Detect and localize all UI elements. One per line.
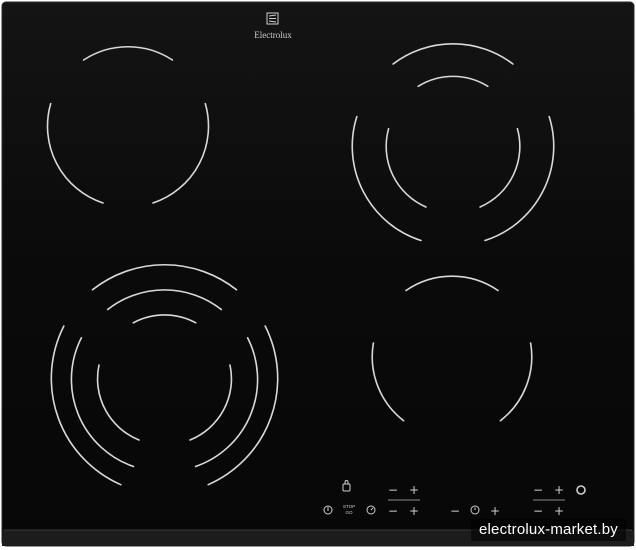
zone-front-right-minus-button[interactable]: − (533, 504, 543, 518)
glass-surface (1, 1, 635, 547)
zone-rear-right-plus-button[interactable]: + (554, 483, 564, 497)
zone-rear-left-minus-button[interactable]: − (388, 483, 398, 497)
watermark: electrolux-market.by (470, 519, 626, 541)
timer-minus-button[interactable]: − (450, 504, 460, 518)
brand-name: Electrolux (254, 30, 292, 40)
stop-go-label-2[interactable]: GO (345, 510, 353, 515)
zone-front-right-plus-button[interactable]: + (554, 504, 564, 518)
hob-glass-panel: Electrolux STOP GO − + − + − + − + − + (1, 1, 635, 547)
zone-rear-right-minus-button[interactable]: − (533, 483, 543, 497)
stop-go-label-1[interactable]: STOP (343, 504, 355, 509)
zone-rear-left-plus-button[interactable]: + (409, 483, 419, 497)
zone-front-left-plus-button[interactable]: + (409, 504, 419, 518)
timer-plus-button[interactable]: + (490, 504, 500, 518)
zone-front-left-minus-button[interactable]: − (388, 504, 398, 518)
